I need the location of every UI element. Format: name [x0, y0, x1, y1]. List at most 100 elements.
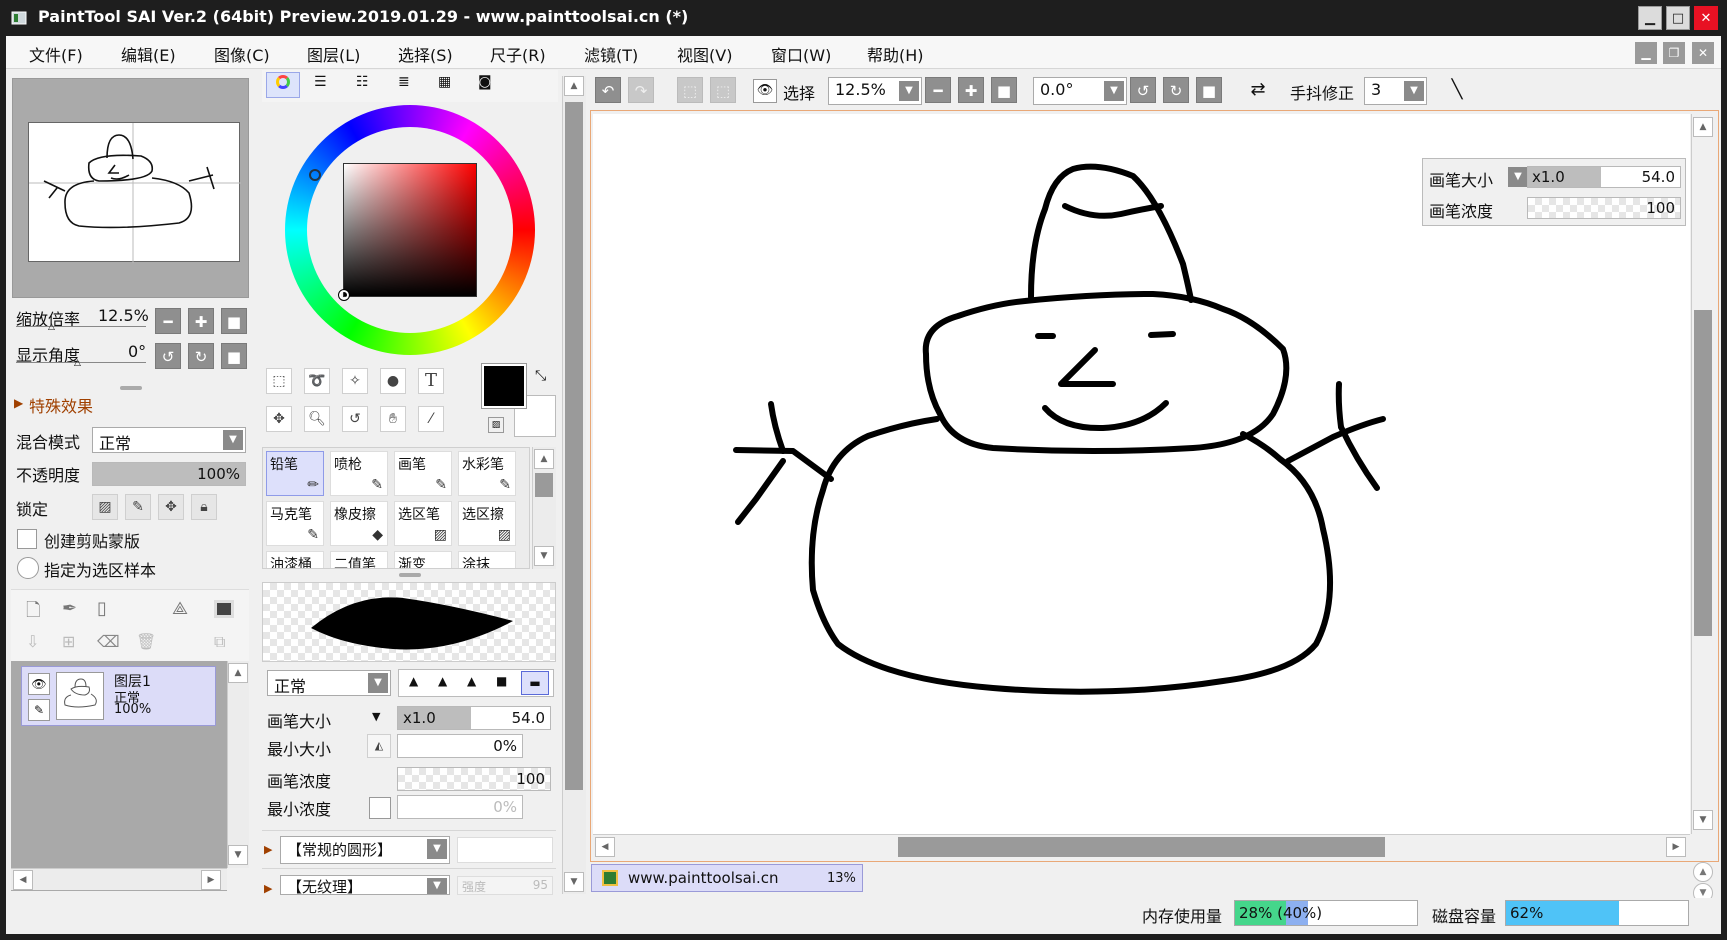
stabilizer-select[interactable]: 3 ▼ [1364, 77, 1427, 105]
zoom-slider[interactable] [16, 326, 146, 327]
tool-marker[interactable]: 马克笔 ✎ [266, 501, 324, 546]
min-size-pressure-icon[interactable]: ◭ [367, 734, 391, 758]
menu-image[interactable]: 图像(C) [214, 42, 270, 66]
merge-down-icon[interactable]: ⊞ [62, 632, 75, 651]
tool-gradient[interactable]: 渐变 [394, 551, 452, 568]
panel-splitter[interactable] [120, 386, 142, 390]
primary-color-swatch[interactable] [481, 363, 527, 409]
lock-transparency-icon[interactable]: ▨ [92, 494, 118, 520]
apply-mask-icon[interactable] [214, 600, 234, 618]
size-preset-chevron-icon[interactable]: ▼ [372, 710, 380, 723]
zoom-tool-icon[interactable]: 🔍︎ [304, 406, 330, 432]
color-wheel-tab-icon[interactable] [266, 72, 300, 98]
deselect-button[interactable]: ⬚ [677, 77, 703, 103]
menu-select[interactable]: 选择(S) [398, 42, 453, 66]
edge-soft-2-icon[interactable]: ▲ [438, 674, 447, 688]
mdi-restore-button[interactable]: ❐ [1663, 42, 1685, 64]
new-layer-icon[interactable]: 🗋︎ [26, 598, 40, 628]
lock-move-icon[interactable]: ✥ [158, 494, 184, 520]
magic-wand-icon[interactable]: ✧ [342, 368, 368, 394]
scroll-down-button[interactable]: ▼ [1693, 810, 1713, 830]
lock-draw-icon[interactable]: ✎ [125, 494, 151, 520]
scroll-up-button[interactable]: ▲ [228, 663, 248, 683]
menu-filter[interactable]: 滤镜(T) [584, 42, 638, 66]
angle-value[interactable]: 0° [128, 342, 146, 361]
tabs-scroll-up-button[interactable]: ▲ [1693, 862, 1713, 882]
scroll-down-button[interactable]: ▼ [564, 872, 584, 892]
shape-expand-icon[interactable]: ▶ [264, 843, 272, 856]
close-button[interactable]: ✕ [1694, 6, 1718, 30]
new-pen-layer-icon[interactable]: ✒︎ [62, 598, 77, 619]
layer-mask-icon[interactable]: ⟁ [172, 598, 188, 619]
rotate-reset-button[interactable]: ■ [221, 343, 247, 369]
brush-tool-grid[interactable]: 铅笔 ✏ 喷枪 ✎ 画笔 ✎ 水彩笔 ✎ 马克笔 ✎ 橡皮擦 ◆ 选区笔 ▨ 选区擦 ▨ 油漆桶… [262, 447, 530, 569]
canvas-vscroll-thumb[interactable] [1694, 310, 1712, 636]
canvas-hscrollbar[interactable]: ◀ ▶ [593, 834, 1690, 858]
line-straight-icon[interactable]: ╲ [1444, 79, 1470, 105]
move-tool-icon[interactable]: ✥ [266, 406, 292, 432]
rotate-right-button[interactable]: ↻ [188, 343, 214, 369]
clear-layer-icon[interactable]: ⌫ [97, 632, 120, 651]
undo-button[interactable]: ↶ [595, 77, 621, 103]
scroll-right-button[interactable]: ▶ [1666, 837, 1686, 857]
menu-window[interactable]: 窗口(W) [771, 42, 831, 66]
menu-ruler[interactable]: 尺子(R) [490, 42, 546, 66]
minimize-button[interactable]: ▁ [1638, 6, 1662, 30]
canvas-zoom-out-button[interactable]: ━ [925, 77, 951, 103]
canvas-angle-select[interactable]: 0.0° ▼ [1033, 77, 1127, 105]
scroll-left-button[interactable]: ◀ [13, 870, 33, 890]
min-density-slider[interactable]: 0% [397, 795, 523, 819]
lasso-icon[interactable]: ➰ [304, 368, 330, 394]
menu-view[interactable]: 视图(V) [677, 42, 732, 66]
blend-mode-select[interactable]: 正常 ▼ [92, 427, 246, 453]
layer-list-hscrollbar[interactable]: ◀ ▶ [11, 868, 227, 890]
scroll-thumb[interactable] [565, 102, 583, 790]
zoom-value[interactable]: 12.5% [98, 306, 149, 325]
swap-colors-icon[interactable]: ⤡ [535, 368, 546, 384]
text-tool-icon[interactable]: T [418, 368, 444, 394]
tool-eraser[interactable]: 橡皮擦 ◆ [330, 501, 388, 546]
tool-binary-pen[interactable]: 二值笔 [330, 551, 388, 568]
mdi-close-button[interactable]: ✕ [1692, 42, 1714, 64]
canvas-hscroll-thumb[interactable] [898, 837, 1385, 857]
transparent-color-icon[interactable]: ▨ [488, 417, 504, 433]
intermediate-color-tab-icon[interactable]: ≣ [398, 74, 410, 90]
lock-all-icon[interactable]: 🔒︎ [191, 494, 217, 520]
zoom-reset-button[interactable]: ■ [221, 308, 247, 334]
edge-soft-1-icon[interactable]: ▲ [409, 674, 418, 688]
eyedropper-icon[interactable]: ⁄ [418, 406, 444, 432]
canvas-rotate-right-button[interactable]: ↻ [1163, 77, 1189, 103]
texture-strength-slider[interactable]: 强度 95 [457, 876, 553, 895]
shape-icon[interactable]: ● [380, 368, 406, 394]
min-density-checkbox[interactable] [369, 797, 391, 819]
tool-watercolor[interactable]: 水彩笔 ✎ [458, 451, 516, 496]
opacity-slider[interactable]: 100% [92, 462, 246, 486]
brush-density-slider[interactable]: 100 [397, 767, 551, 791]
scroll-left-button[interactable]: ◀ [595, 837, 615, 857]
redo-button[interactable]: ↷ [628, 77, 654, 103]
canvas-vscrollbar[interactable]: ▲ ▼ [1691, 114, 1715, 834]
rotate-left-button[interactable]: ↺ [155, 343, 181, 369]
layer-row[interactable]: 👁︎ ✎ 图层1 正常 100% [21, 666, 216, 726]
zoom-slider-thumb[interactable]: △ [48, 322, 55, 332]
brush-grid-scrollbar[interactable]: ▲ ▼ [532, 447, 556, 569]
panel-splitter[interactable] [399, 573, 421, 577]
hue-ring-cursor[interactable] [309, 169, 321, 181]
selection-source-checkbox[interactable] [17, 557, 39, 579]
scroll-down-button[interactable]: ▼ [534, 546, 554, 566]
effects-expand-icon[interactable]: ▶ [14, 396, 23, 410]
overlay-size-slider[interactable]: x1.0 54.0 [1527, 166, 1681, 188]
brush-size-slider[interactable]: x1.0 54.0 [397, 706, 551, 730]
overlay-size-chevron-icon[interactable]: ▼ [1508, 167, 1528, 187]
visibility-eye-icon[interactable]: 👁︎ [28, 673, 50, 695]
overlay-density-slider[interactable]: 100 [1527, 197, 1681, 219]
scroll-right-button[interactable]: ▶ [201, 870, 221, 890]
tool-pencil[interactable]: 铅笔 ✏ [266, 451, 324, 496]
tool-panel-scrollbar[interactable]: ▲ ▼ [562, 76, 586, 894]
tool-brush[interactable]: 画笔 ✎ [394, 451, 452, 496]
tool-bucket[interactable]: 油漆桶 [266, 551, 324, 568]
flip-horizontal-icon[interactable]: ⇄ [1245, 79, 1271, 105]
min-size-slider[interactable]: 0% [397, 734, 523, 758]
brush-edge-selector[interactable]: ▲ ▲ ▲ ■ ▬ [398, 669, 554, 697]
rotate-tool-icon[interactable]: ↺ [342, 406, 368, 432]
